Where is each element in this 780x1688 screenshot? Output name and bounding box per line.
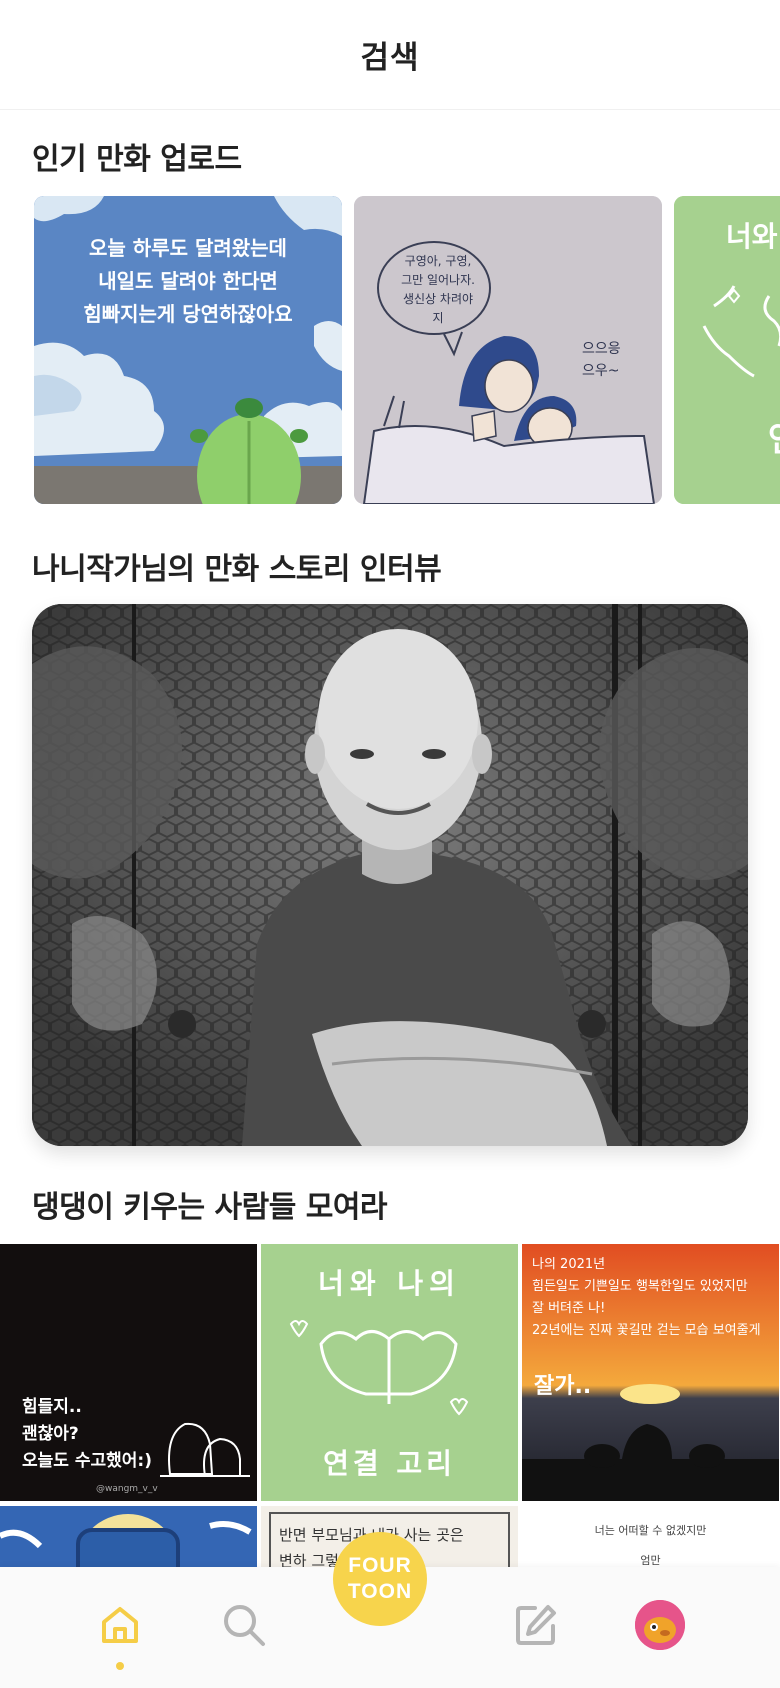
comic-caption: 너와 [726, 220, 778, 253]
nav-profile[interactable] [628, 1593, 692, 1657]
comic-caption: 오늘 하루도 달려왔는데 내일도 달려야 한다면 힘빠지는게 당연하잖아요 [83, 236, 293, 326]
popular-carousel[interactable]: 오늘 하루도 달려왔는데 내일도 달려야 한다면 힘빠지는게 당연하잖아요 구영… [34, 196, 780, 504]
section-title-dogs: 댕댕이 키우는 사람들 모여라 [32, 1190, 388, 1225]
comic-card[interactable]: 연 너와 [674, 196, 780, 504]
nav-home[interactable] [88, 1593, 152, 1657]
tile-credit: @wangm_v_v [96, 1484, 158, 1494]
grid-tile[interactable]: 너와 나의 연결 고리 [261, 1244, 518, 1501]
speech-bubble-text: 구영아, 구영, 그만 일어나자. 생신상 차려야지 [401, 254, 475, 325]
edit-icon [516, 1605, 556, 1645]
grid-tile[interactable] [0, 1506, 257, 1567]
tile-caption-big: 잘가.. [534, 1374, 592, 1399]
page-title: 검색 [360, 40, 420, 76]
tile-caption: 너는 어떠할 수 없겠지만 엄만 [594, 1524, 707, 1567]
avatar-character-icon [635, 1600, 685, 1650]
grid-tile[interactable]: 나의 2021년 힘든일도 기쁜일도 행복한일도 있었지만 잘 버텨준 나! 2… [522, 1244, 779, 1501]
fab-label-line2: TOON [347, 1580, 413, 1603]
interview-photo [32, 604, 748, 1146]
fourtoon-create-button[interactable]: FOUR TOON [333, 1532, 427, 1626]
tile-illustration [0, 1506, 257, 1567]
top-header: 검색 [0, 0, 780, 110]
sound-effect-text: 으으응 으우~ [582, 341, 621, 379]
nav-write[interactable] [504, 1593, 568, 1657]
svg-text:연: 연 [768, 420, 780, 460]
section-title-popular: 인기 만화 업로드 [32, 142, 242, 177]
section-title-interview: 나니작가님의 만화 스토리 인터뷰 [32, 552, 442, 587]
tile-caption: 힘들지.. 괜찮아? 오늘도 수고했어:) [22, 1397, 152, 1471]
tile-caption-bottom: 연결 고리 [323, 1447, 456, 1480]
tile-caption: 나의 2021년 힘든일도 기쁜일도 행복한일도 있었지만 잘 버텨준 나! 2… [532, 1257, 761, 1338]
search-icon [224, 1605, 265, 1646]
fab-label-line1: FOUR [348, 1554, 412, 1577]
grid-tile[interactable]: 힘들지.. 괜찮아? 오늘도 수고했어:) @wangm_v_v [0, 1244, 257, 1501]
interview-banner[interactable] [32, 604, 748, 1146]
nav-search[interactable] [212, 1593, 276, 1657]
profile-avatar [635, 1600, 685, 1650]
comic-card[interactable]: 오늘 하루도 달려왔는데 내일도 달려야 한다면 힘빠지는게 당연하잖아요 [34, 196, 342, 504]
active-indicator-dot [116, 1662, 124, 1670]
grid-tile[interactable]: 너는 어떠할 수 없겠지만 엄만 [522, 1506, 779, 1567]
comic-card[interactable]: 구영아, 구영, 그만 일어나자. 생신상 차려야지 으으응 으우~ [354, 196, 662, 504]
home-icon [102, 1607, 138, 1643]
dog-comic-grid: 힘들지.. 괜찮아? 오늘도 수고했어:) @wangm_v_v 너와 나의 연… [0, 1244, 780, 1567]
tile-caption-top: 너와 나의 [318, 1267, 461, 1300]
